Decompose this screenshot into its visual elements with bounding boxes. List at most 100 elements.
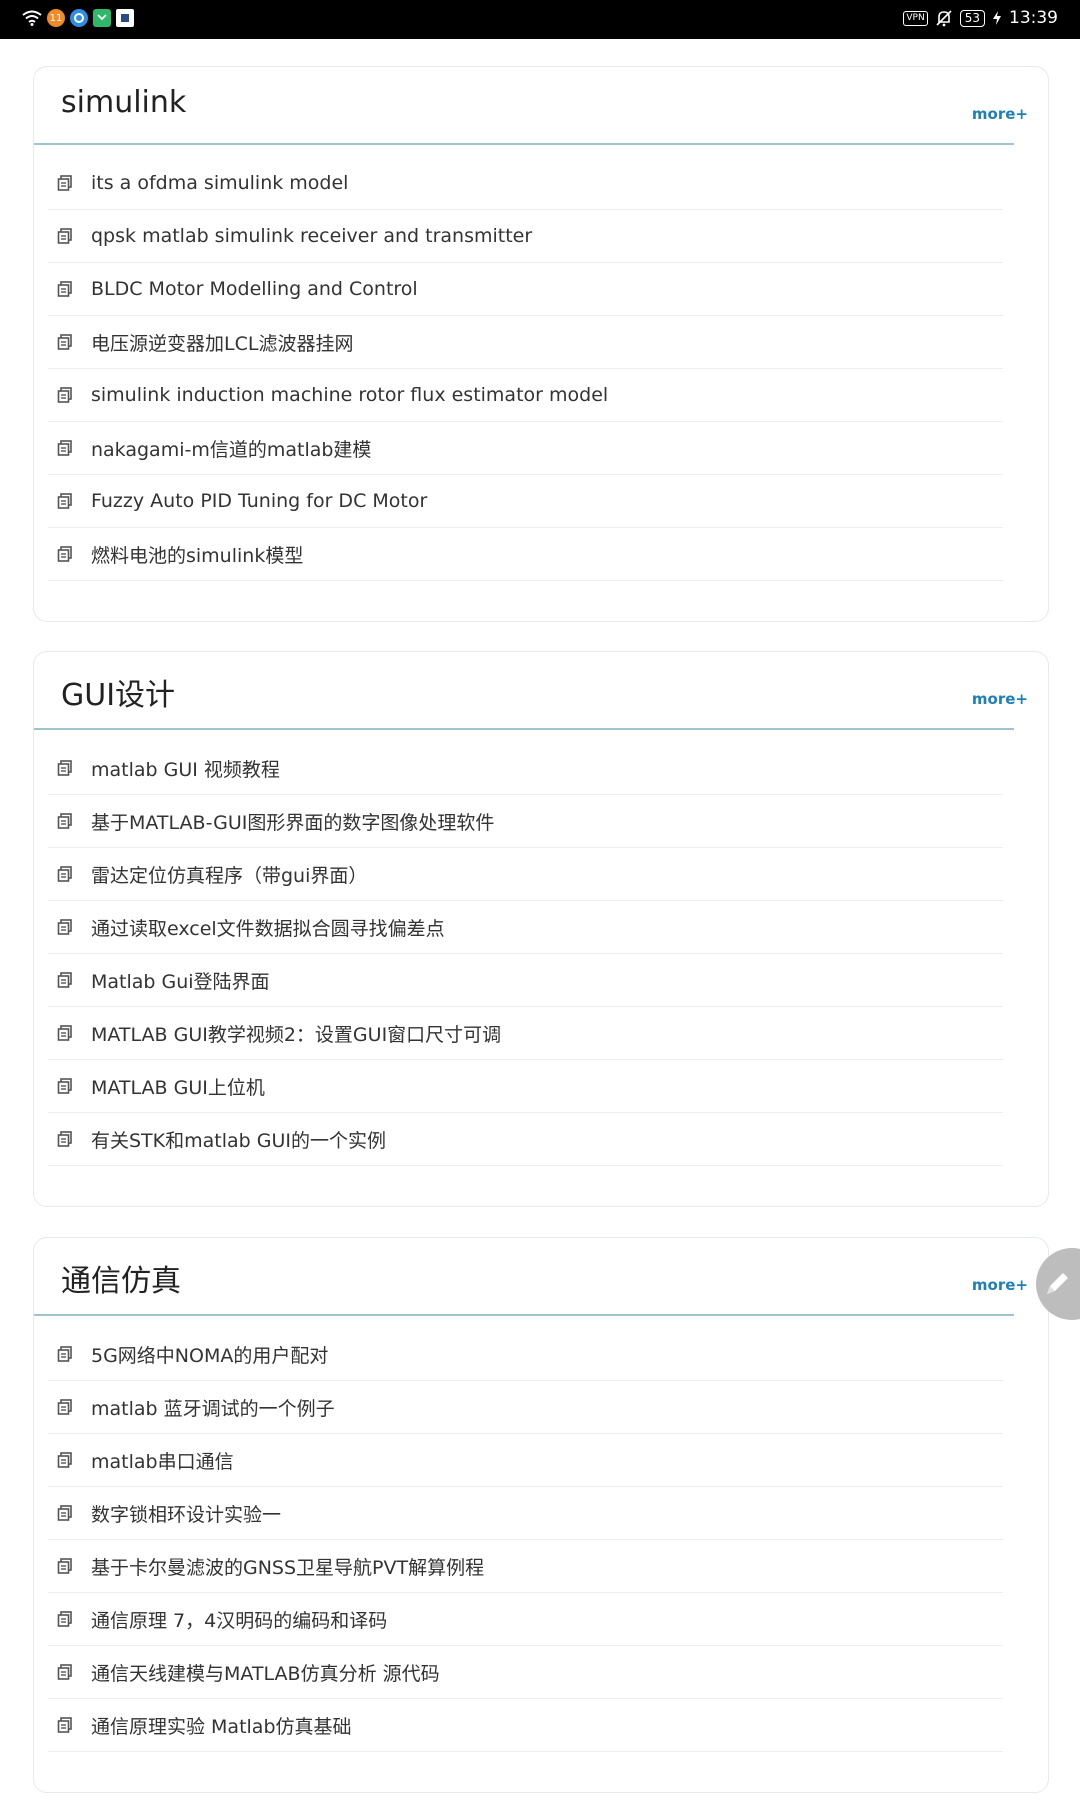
list-item[interactable]: MATLAB GUI上位机 xyxy=(48,1060,1003,1113)
document-icon xyxy=(57,1346,72,1362)
list-item[interactable]: 通信天线建模与MATLAB仿真分析 源代码 xyxy=(48,1646,1003,1699)
section-card-communication: 通信仿真 more+ 5G网络中NOMA的用户配对 matlab 蓝牙调试的一个… xyxy=(33,1237,1049,1793)
document-icon xyxy=(57,1025,72,1041)
list-item[interactable]: 基于MATLAB-GUI图形界面的数字图像处理软件 xyxy=(48,795,1003,848)
list-item[interactable]: nakagami-m信道的matlab建模 xyxy=(48,422,1003,475)
more-link[interactable]: more+ xyxy=(972,105,1028,123)
document-icon xyxy=(57,546,72,562)
list-item[interactable]: 通信原理 7，4汉明码的编码和译码 xyxy=(48,1593,1003,1646)
item-title: qpsk matlab simulink receiver and transm… xyxy=(91,225,533,247)
status-bar: 11 VPN 53 13:39 xyxy=(0,0,1080,39)
status-time: 13:39 xyxy=(1009,8,1058,28)
pencil-icon xyxy=(1047,1273,1068,1294)
status-bar-right: VPN 53 13:39 xyxy=(903,8,1058,28)
section-title: GUI设计 xyxy=(61,678,176,713)
message-app-icon xyxy=(93,9,111,27)
list-item[interactable]: BLDC Motor Modelling and Control xyxy=(48,263,1003,316)
document-icon xyxy=(57,440,72,456)
item-title: 电压源逆变器加LCL滤波器挂网 xyxy=(91,332,354,355)
article-list: its a ofdma simulink model qpsk matlab s… xyxy=(48,157,1003,581)
item-title: 通信原理实验 Matlab仿真基础 xyxy=(91,1715,352,1738)
charging-icon xyxy=(993,11,1001,25)
bell-off-icon xyxy=(936,9,952,26)
item-title: 基于卡尔曼滤波的GNSS卫星导航PVT解算例程 xyxy=(91,1556,485,1579)
list-item[interactable]: 电压源逆变器加LCL滤波器挂网 xyxy=(48,316,1003,369)
document-icon xyxy=(57,1452,72,1468)
list-item[interactable]: 通过读取excel文件数据拟合圆寻找偏差点 xyxy=(48,901,1003,954)
document-icon xyxy=(57,493,72,509)
list-item[interactable]: 雷达定位仿真程序（带gui界面） xyxy=(48,848,1003,901)
item-title: 通信天线建模与MATLAB仿真分析 源代码 xyxy=(91,1662,440,1685)
item-title: 燃料电池的simulink模型 xyxy=(91,544,304,567)
document-icon xyxy=(57,387,72,403)
list-item[interactable]: Matlab Gui登陆界面 xyxy=(48,954,1003,1007)
item-title: BLDC Motor Modelling and Control xyxy=(91,278,418,300)
document-icon xyxy=(57,760,72,776)
list-item[interactable]: matlab 蓝牙调试的一个例子 xyxy=(48,1381,1003,1434)
document-icon xyxy=(57,281,72,297)
list-item[interactable]: matlab串口通信 xyxy=(48,1434,1003,1487)
section-header: 通信仿真 more+ xyxy=(34,1238,1028,1316)
item-title: its a ofdma simulink model xyxy=(91,172,349,194)
list-item[interactable]: 基于卡尔曼滤波的GNSS卫星导航PVT解算例程 xyxy=(48,1540,1003,1593)
list-item[interactable]: 燃料电池的simulink模型 xyxy=(48,528,1003,581)
document-icon xyxy=(57,866,72,882)
wifi-icon xyxy=(22,10,42,26)
section-title: 通信仿真 xyxy=(61,1264,181,1299)
document-icon xyxy=(57,1399,72,1415)
list-item[interactable]: qpsk matlab simulink receiver and transm… xyxy=(48,210,1003,263)
list-item[interactable]: 数字锁相环设计实验一 xyxy=(48,1487,1003,1540)
section-card-simulink: simulink more+ its a ofdma simulink mode… xyxy=(33,66,1049,622)
item-title: 基于MATLAB-GUI图形界面的数字图像处理软件 xyxy=(91,811,495,834)
document-icon xyxy=(57,1664,72,1680)
section-card-gui: GUI设计 more+ matlab GUI 视频教程 基于MATLAB-GUI… xyxy=(33,651,1049,1207)
item-title: simulink induction machine rotor flux es… xyxy=(91,384,609,406)
item-title: 5G网络中NOMA的用户配对 xyxy=(91,1344,329,1367)
status-bar-left: 11 xyxy=(22,9,134,27)
item-title: matlab GUI 视频教程 xyxy=(91,758,280,781)
list-item[interactable]: 通信原理实验 Matlab仿真基础 xyxy=(48,1699,1003,1752)
document-icon xyxy=(57,1078,72,1094)
item-title: MATLAB GUI上位机 xyxy=(91,1076,265,1099)
vpn-indicator: VPN xyxy=(903,10,928,26)
list-item[interactable]: its a ofdma simulink model xyxy=(48,157,1003,210)
more-link[interactable]: more+ xyxy=(972,1276,1028,1294)
item-title: 有关STK和matlab GUI的一个实例 xyxy=(91,1129,386,1152)
document-icon xyxy=(57,1505,72,1521)
gallery-app-icon xyxy=(116,9,134,27)
article-list: matlab GUI 视频教程 基于MATLAB-GUI图形界面的数字图像处理软… xyxy=(48,742,1003,1166)
item-title: Matlab Gui登陆界面 xyxy=(91,970,270,993)
document-icon xyxy=(57,1717,72,1733)
document-icon xyxy=(57,972,72,988)
section-title: simulink xyxy=(61,85,187,120)
document-icon xyxy=(57,1131,72,1147)
item-title: 雷达定位仿真程序（带gui界面） xyxy=(91,864,368,887)
list-item[interactable]: 5G网络中NOMA的用户配对 xyxy=(48,1328,1003,1381)
item-title: nakagami-m信道的matlab建模 xyxy=(91,438,372,461)
notification-app-icon: 11 xyxy=(47,9,65,27)
list-item[interactable]: simulink induction machine rotor flux es… xyxy=(48,369,1003,422)
item-title: matlab 蓝牙调试的一个例子 xyxy=(91,1397,335,1420)
document-icon xyxy=(57,813,72,829)
item-title: MATLAB GUI教学视频2：设置GUI窗口尺寸可调 xyxy=(91,1023,502,1046)
document-icon xyxy=(57,334,72,350)
document-icon xyxy=(57,919,72,935)
section-header: simulink more+ xyxy=(34,67,1028,145)
document-icon xyxy=(57,1611,72,1627)
list-item[interactable]: MATLAB GUI教学视频2：设置GUI窗口尺寸可调 xyxy=(48,1007,1003,1060)
list-item[interactable]: Fuzzy Auto PID Tuning for DC Motor xyxy=(48,475,1003,528)
more-link[interactable]: more+ xyxy=(972,690,1028,708)
section-header: GUI设计 more+ xyxy=(34,652,1028,730)
item-title: 通过读取excel文件数据拟合圆寻找偏差点 xyxy=(91,917,445,940)
article-list: 5G网络中NOMA的用户配对 matlab 蓝牙调试的一个例子 matlab串口… xyxy=(48,1328,1003,1752)
document-icon xyxy=(57,175,72,191)
list-item[interactable]: 有关STK和matlab GUI的一个实例 xyxy=(48,1113,1003,1166)
document-icon xyxy=(57,1558,72,1574)
browser-app-icon xyxy=(70,9,88,27)
battery-level: 53 xyxy=(959,9,985,27)
item-title: matlab串口通信 xyxy=(91,1450,234,1473)
list-item[interactable]: matlab GUI 视频教程 xyxy=(48,742,1003,795)
item-title: Fuzzy Auto PID Tuning for DC Motor xyxy=(91,490,428,512)
item-title: 通信原理 7，4汉明码的编码和译码 xyxy=(91,1609,388,1632)
document-icon xyxy=(57,228,72,244)
